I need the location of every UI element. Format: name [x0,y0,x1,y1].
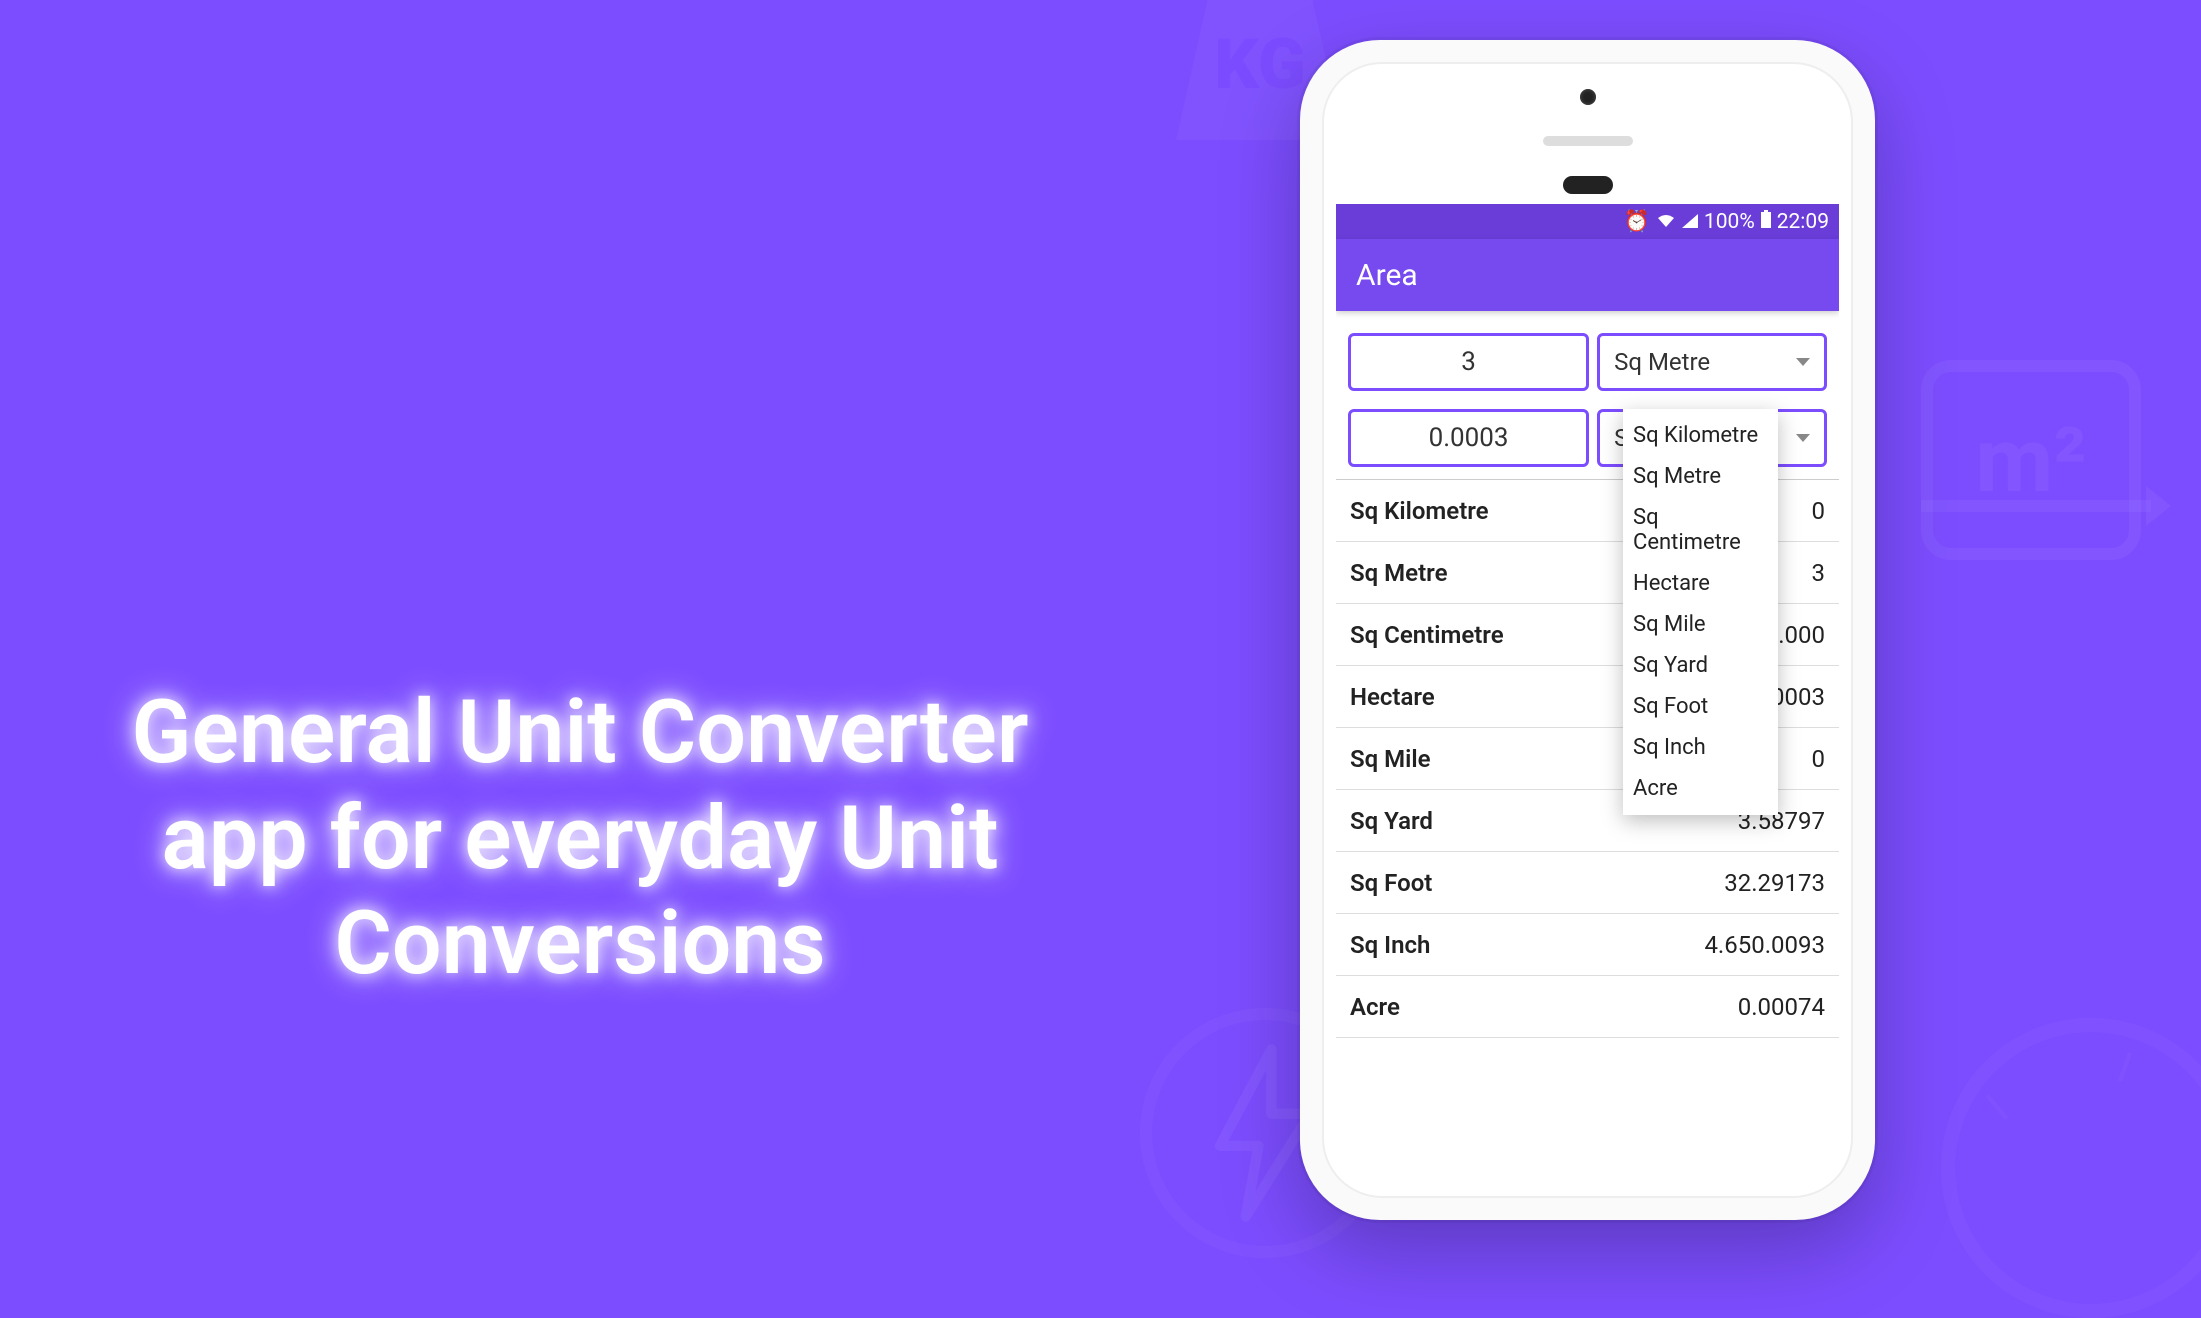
result-unit: Sq Centimetre [1350,621,1504,649]
result-value: 32.29173 [1724,869,1825,897]
dropdown-item[interactable]: Sq Mile [1623,604,1778,645]
gauge-icon [1941,1018,2201,1318]
status-icons: ⏰ [1624,210,1698,234]
wifi-icon [1657,210,1675,234]
source-unit-label: Sq Metre [1614,348,1710,376]
m2-arrow-icon [1921,500,2151,512]
result-value: 4.650.0093 [1704,931,1825,959]
result-unit: Sq Inch [1350,931,1430,959]
dropdown-item[interactable]: Sq Inch [1623,727,1778,768]
battery-pct: 100% [1704,210,1755,234]
target-value-input[interactable]: 0.0003 [1348,409,1589,467]
result-unit: Hectare [1350,683,1435,711]
result-row: Sq Inch 4.650.0093 [1336,914,1839,976]
source-value-input[interactable]: 3 [1348,333,1589,391]
status-time: 22:09 [1777,210,1829,234]
phone-screen: ⏰ 100% 22:09 Area 3 [1336,204,1839,1056]
source-unit-select[interactable]: Sq Metre [1597,333,1827,391]
result-unit: Acre [1350,993,1400,1021]
result-unit: Sq Metre [1350,559,1447,587]
dropdown-item[interactable]: Sq Foot [1623,686,1778,727]
marketing-headline: General Unit Converter app for everyday … [80,680,1080,997]
phone-speaker [1543,136,1633,146]
result-value: 0 [1812,745,1826,773]
chevron-down-icon [1796,358,1810,366]
result-value: 3 [1812,559,1826,587]
dropdown-item[interactable]: Sq Metre [1623,456,1778,497]
result-value: 0.00074 [1738,993,1825,1021]
chevron-down-icon [1796,434,1810,442]
result-unit: Sq Kilometre [1350,497,1489,525]
alarm-icon: ⏰ [1624,210,1650,234]
phone-mockup: ⏰ 100% 22:09 Area 3 [1300,40,1875,1220]
app-bar: Area [1336,239,1839,311]
dropdown-item[interactable]: Hectare [1623,563,1778,604]
kg-weight-label: KG [1214,24,1305,106]
m2-label: m² [1975,408,2087,513]
unit-dropdown-menu: Sq Kilometre Sq Metre Sq Centimetre Hect… [1623,409,1778,815]
result-unit: Sq Foot [1350,869,1432,897]
result-row: Acre 0.00074 [1336,976,1839,1038]
dropdown-item[interactable]: Sq Yard [1623,645,1778,686]
m2-icon: m² [1921,360,2141,560]
dropdown-item[interactable]: Acre [1623,768,1778,809]
page-title: Area [1356,258,1418,293]
phone-camera [1580,89,1596,105]
battery-icon [1761,210,1771,234]
phone-pill [1563,176,1613,194]
dropdown-item[interactable]: Sq Centimetre [1623,497,1778,563]
result-unit: Sq Mile [1350,745,1431,773]
result-row: Sq Foot 32.29173 [1336,852,1839,914]
dropdown-item[interactable]: Sq Kilometre [1623,415,1778,456]
signal-icon [1682,210,1698,234]
status-bar: ⏰ 100% 22:09 [1336,204,1839,239]
result-value: 0 [1812,497,1826,525]
result-unit: Sq Yard [1350,807,1433,835]
